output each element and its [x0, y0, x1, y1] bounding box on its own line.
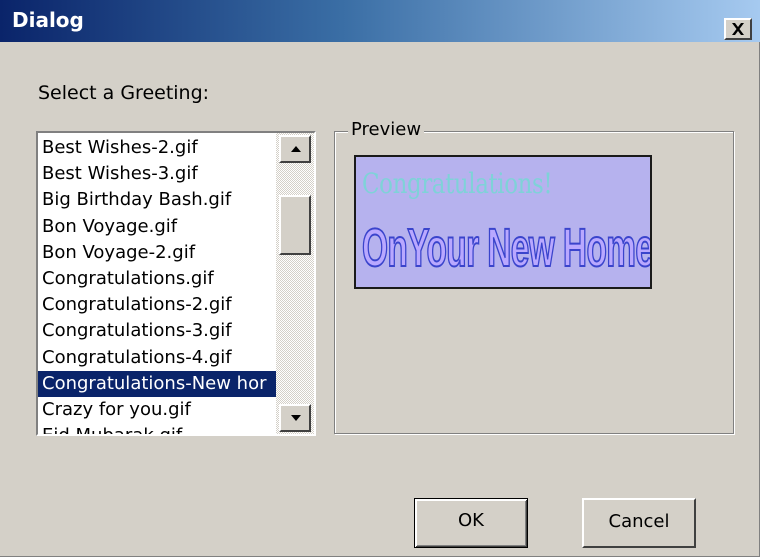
- arrow-down-icon: [291, 415, 301, 421]
- list-item[interactable]: Congratulations.gif: [38, 266, 276, 292]
- vertical-scrollbar[interactable]: [276, 133, 314, 434]
- window-title: Dialog: [12, 8, 84, 32]
- scrollbar-thumb[interactable]: [279, 195, 311, 255]
- preview-line-1: Congratulations!: [362, 167, 553, 200]
- title-bar[interactable]: Dialog: [0, 0, 760, 42]
- close-icon: [732, 23, 744, 35]
- greeting-listbox[interactable]: Best Wishes-2.gif Best Wishes-3.gif Big …: [36, 131, 316, 436]
- cancel-button[interactable]: Cancel: [582, 498, 696, 548]
- scroll-down-button[interactable]: [279, 404, 311, 432]
- preview-legend: Preview: [348, 119, 425, 140]
- list-item[interactable]: Eid Mubarak.gif: [38, 423, 276, 434]
- greeting-list: Best Wishes-2.gif Best Wishes-3.gif Big …: [38, 133, 276, 434]
- preview-image: Congratulations! OnYour New Home!: [354, 155, 652, 289]
- list-item[interactable]: Bon Voyage-2.gif: [38, 240, 276, 266]
- list-item[interactable]: Best Wishes-2.gif: [38, 135, 276, 161]
- ok-button[interactable]: OK: [414, 498, 528, 548]
- scroll-up-button[interactable]: [279, 135, 311, 163]
- dialog-window: Dialog Select a Greeting: Best Wishes-2.…: [0, 0, 760, 557]
- close-button[interactable]: [724, 18, 752, 40]
- list-item[interactable]: Big Birthday Bash.gif: [38, 187, 276, 213]
- arrow-up-icon: [291, 146, 301, 152]
- list-item[interactable]: Bon Voyage.gif: [38, 214, 276, 240]
- list-item[interactable]: Congratulations-4.gif: [38, 345, 276, 371]
- preview-line-2: OnYour New Home!: [361, 217, 652, 279]
- greeting-label: Select a Greeting:: [38, 82, 210, 104]
- list-item[interactable]: Best Wishes-3.gif: [38, 161, 276, 187]
- list-item[interactable]: Congratulations-3.gif: [38, 318, 276, 344]
- list-item[interactable]: Congratulations-2.gif: [38, 292, 276, 318]
- list-item-selected[interactable]: Congratulations-New hor: [38, 370, 276, 397]
- list-item[interactable]: Crazy for you.gif: [38, 397, 276, 423]
